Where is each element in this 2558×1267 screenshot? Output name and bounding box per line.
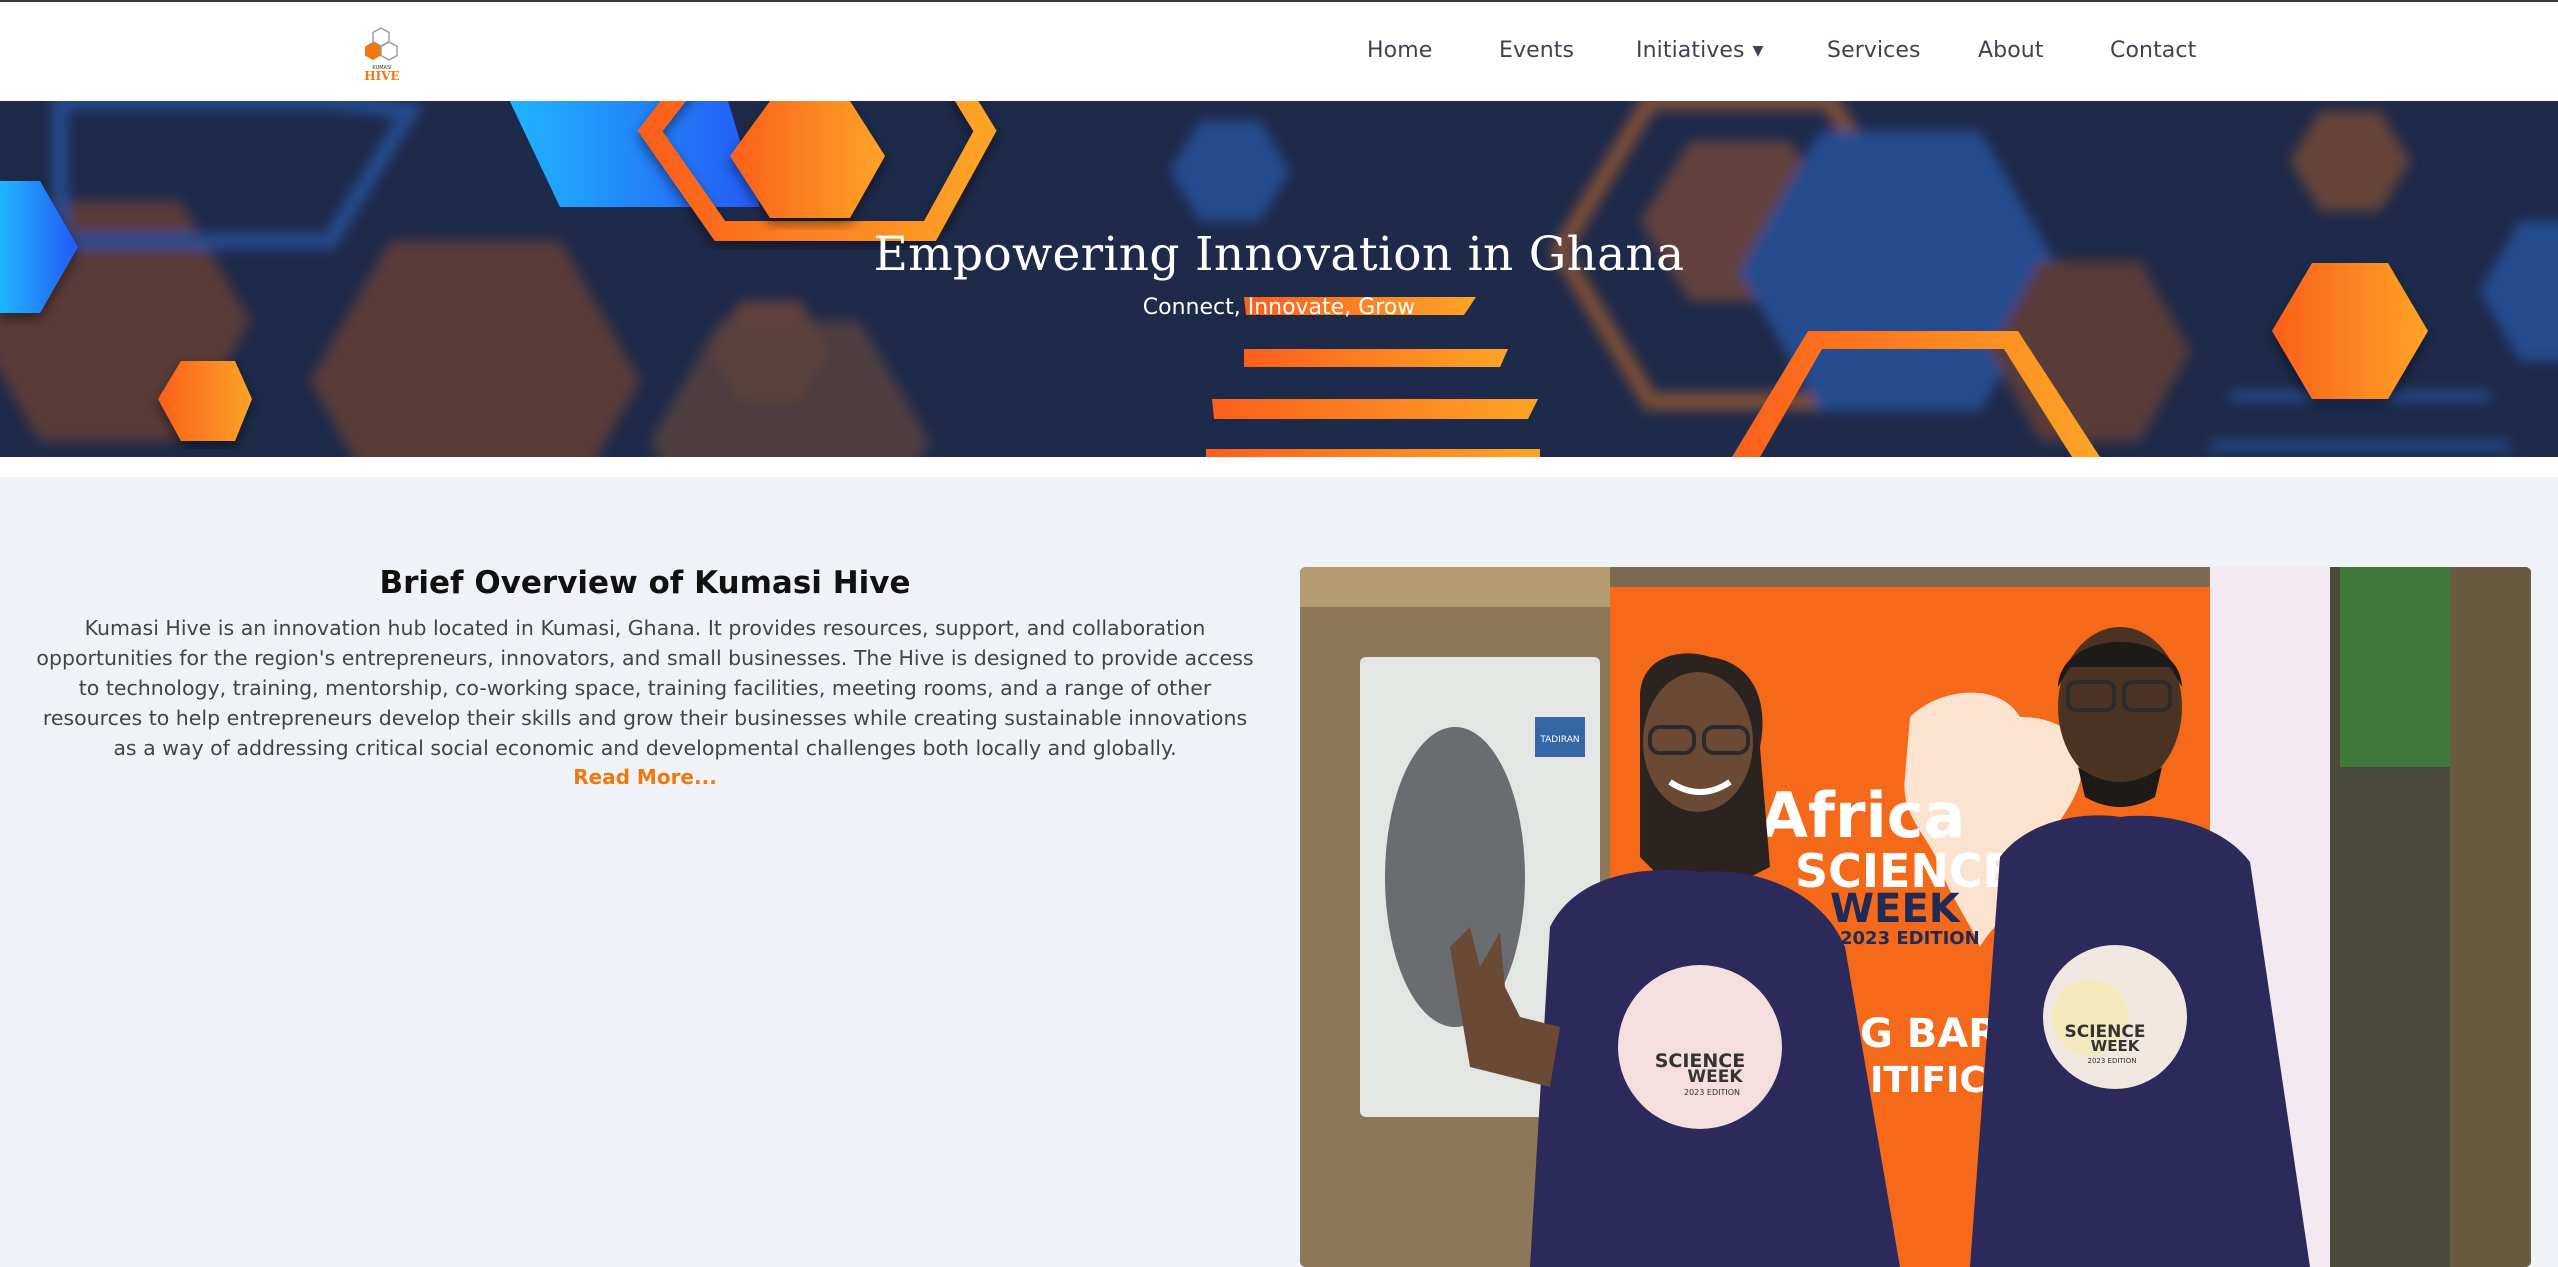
nav-initiatives[interactable]: Initiatives ▼ (1636, 38, 1764, 63)
shirt-text-5: WEEK (2091, 1037, 2141, 1055)
hero-banner: Empowering Innovation in Ghana Connect, … (0, 101, 2558, 457)
nav-events[interactable]: Events (1499, 38, 1574, 63)
nav-home[interactable]: Home (1367, 38, 1432, 63)
nav-about[interactable]: About (1978, 38, 2044, 63)
nav-services[interactable]: Services (1827, 38, 1921, 63)
shirt-text-2: WEEK (1687, 1067, 1743, 1087)
shirt-text-6: 2023 EDITION (2087, 1057, 2136, 1065)
navbar: KUMASI HIVE Home Events Initiatives ▼ Ser… (0, 2, 2558, 101)
caret-down-icon: ▼ (1752, 43, 1764, 59)
overview-text: Kumasi Hive is an innovation hub located… (36, 616, 1254, 760)
nav-initiatives-label: Initiatives (1636, 38, 1745, 63)
main-nav: Home Events Initiatives ▼ Services About … (1345, 2, 2225, 101)
hero-divider (0, 457, 2558, 477)
banner-week: WEEK (1830, 886, 1962, 932)
banner-edition: 2023 EDITION (1840, 928, 1980, 949)
ac-label: TADIRAN (1539, 735, 1579, 745)
logo-text: HIVE (364, 69, 399, 83)
shirt-text-3: 2023 EDITION (1684, 1088, 1740, 1097)
kumasi-hive-logo[interactable]: KUMASI HIVE (358, 22, 406, 86)
overview-section: Brief Overview of Kumasi Hive Kumasi Hiv… (30, 565, 1260, 789)
nav-contact[interactable]: Contact (2110, 38, 2196, 63)
banner-africa: Africa (1760, 779, 1965, 852)
overview-photo: TADIRAN Africa SCIENCE WEEK 2023 EDITION… (1300, 567, 2531, 1267)
hero-subtitle: Connect, Innovate, Grow (1142, 295, 1416, 320)
read-more-link[interactable]: Read More... (573, 765, 717, 789)
overview-heading: Brief Overview of Kumasi Hive (379, 565, 911, 601)
hero-title: Empowering Innovation in Ghana (873, 227, 1685, 282)
